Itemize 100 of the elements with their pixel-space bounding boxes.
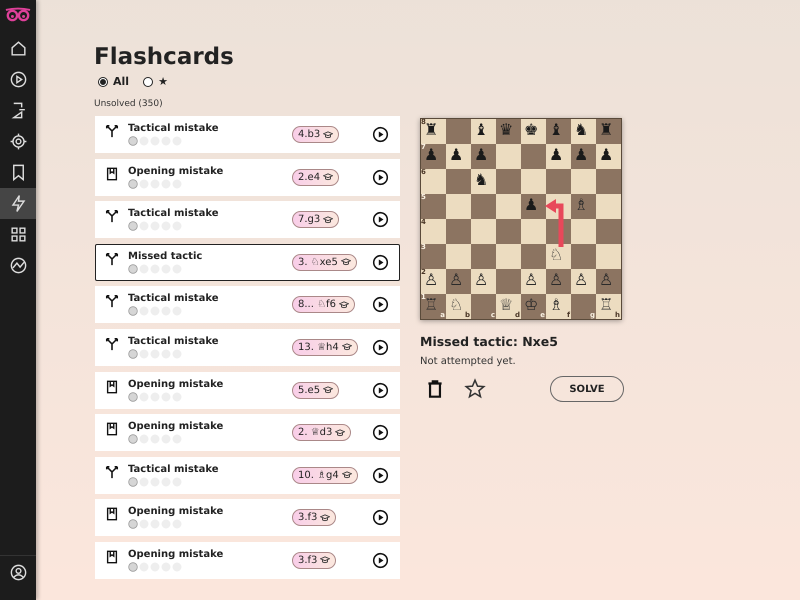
home-icon <box>8 39 28 58</box>
target-icon <box>8 132 28 151</box>
chess-piece[interactable]: ♘ <box>449 297 464 313</box>
play-button[interactable] <box>372 382 389 399</box>
chess-piece[interactable]: ♚ <box>524 122 538 138</box>
flashcard[interactable]: Opening mistake 3.f3 <box>95 499 400 536</box>
card-title: Opening mistake <box>128 421 224 432</box>
graduation-cap-icon <box>340 257 351 268</box>
chess-piece[interactable]: ♟ <box>574 147 588 163</box>
flashcard[interactable]: Tactical mistake 13. ♕h4 <box>95 328 400 366</box>
chess-piece[interactable]: ♝ <box>474 122 488 138</box>
play-button[interactable] <box>372 509 389 526</box>
progress-dots-icon <box>128 348 184 359</box>
graduation-cap-icon <box>323 130 334 140</box>
play-button[interactable] <box>372 168 389 186</box>
play-button[interactable] <box>372 552 389 569</box>
chess-piece[interactable]: ♟ <box>599 147 614 163</box>
bolt-icon <box>8 194 28 213</box>
graduation-cap-icon <box>320 512 330 523</box>
graduation-cap-icon <box>342 342 352 352</box>
chess-piece[interactable]: ♙ <box>524 272 538 288</box>
play-button[interactable] <box>372 338 389 356</box>
move-tag: 2. ♕d3 <box>292 424 352 442</box>
progress-dots-icon <box>128 306 184 316</box>
move-tag: 7.g3 <box>292 211 340 228</box>
solve-button[interactable]: SOLVE <box>550 376 624 402</box>
play-button[interactable] <box>372 254 389 271</box>
chess-piece[interactable]: ♟ <box>549 147 564 163</box>
progress-dots-icon <box>128 476 184 487</box>
flashcard[interactable]: Missed tactic 3. ♘xe5 <box>95 244 400 281</box>
progress-dots-icon <box>128 434 184 444</box>
book-icon <box>105 380 119 394</box>
radio-circle[interactable] <box>98 76 108 86</box>
move-tag: 4.b3 <box>292 126 340 143</box>
card-title: Tactical mistake <box>128 123 220 134</box>
chess-piece[interactable]: ♙ <box>574 272 588 288</box>
play-button[interactable] <box>372 296 389 314</box>
progress-dots-icon <box>128 221 184 232</box>
chess-piece[interactable]: ♜ <box>424 122 438 138</box>
chess-piece[interactable]: ♗ <box>549 297 564 313</box>
card-title: Tactical mistake <box>128 336 220 347</box>
fork-arrow-icon <box>105 294 119 308</box>
radio-label: All <box>113 75 130 88</box>
move-tag: 5.e5 <box>292 382 340 399</box>
radio-circle[interactable] <box>143 76 154 86</box>
puzzle-title: Missed tactic: Nxe5 <box>420 334 559 349</box>
chess-piece[interactable]: ♛ <box>499 122 514 138</box>
flashcard[interactable]: Tactical mistake 8... ♘f6 <box>95 286 400 324</box>
chess-piece[interactable]: ♟ <box>449 147 464 163</box>
play-button[interactable] <box>372 424 389 442</box>
filter-radio[interactable]: All <box>98 75 130 88</box>
move-tag: 10. ♗g4 <box>292 466 358 484</box>
chess-piece[interactable]: ♖ <box>599 297 614 313</box>
chess-piece[interactable]: ♟ <box>474 147 488 163</box>
status-text: Not attempted yet. <box>420 356 517 367</box>
chess-piece[interactable]: ♘ <box>549 247 564 263</box>
progress-dots-icon <box>128 562 184 572</box>
play-button[interactable] <box>372 126 389 143</box>
section-label: Unsolved (350) <box>94 99 164 109</box>
chess-piece[interactable]: ♜ <box>599 122 614 138</box>
flashcard[interactable]: Tactical mistake 7.g3 <box>95 201 400 238</box>
play-button[interactable] <box>372 466 389 484</box>
card-title: Opening mistake <box>128 378 224 390</box>
chess-piece[interactable]: ♝ <box>549 122 564 138</box>
grid-icon <box>8 225 28 244</box>
fork-arrow-icon <box>105 336 119 351</box>
graduation-cap-icon <box>320 555 330 566</box>
card-title: Missed tactic <box>128 250 204 262</box>
favorite-button[interactable] <box>464 378 486 400</box>
move-tag: 13. ♕h4 <box>292 338 358 356</box>
flashcard[interactable]: Tactical mistake 10. ♗g4 <box>95 456 400 494</box>
radio-label: ★ <box>158 75 168 88</box>
graduation-cap-icon <box>335 428 346 438</box>
fork-arrow-icon <box>105 252 119 266</box>
flashcard[interactable]: Tactical mistake 4.b3 <box>95 116 400 153</box>
chess-piece[interactable]: ♞ <box>474 172 488 188</box>
play-button[interactable] <box>372 211 389 228</box>
fork-arrow-icon <box>105 124 119 138</box>
flashcard[interactable]: Opening mistake 2.e4 <box>95 158 400 196</box>
chess-piece[interactable]: ♕ <box>499 297 514 313</box>
move-tag: 3. ♘xe5 <box>292 254 357 271</box>
flashcard[interactable]: Opening mistake 3.f3 <box>95 542 400 579</box>
graduation-cap-icon <box>323 214 334 225</box>
graduation-cap-icon <box>323 172 334 182</box>
filter-radio[interactable]: ★ <box>143 75 168 88</box>
chess-piece[interactable]: ♙ <box>424 272 438 288</box>
progress-dots-icon <box>128 264 184 274</box>
progress-dots-icon <box>128 136 184 146</box>
flashcard[interactable]: Opening mistake 5.e5 <box>95 372 400 409</box>
page-title: Flashcards <box>94 44 235 70</box>
nav-item[interactable] <box>0 188 36 219</box>
fork-arrow-icon <box>105 464 119 479</box>
flashcard[interactable]: Opening mistake 2. ♕d3 <box>95 414 400 452</box>
chess-piece[interactable]: ♞ <box>574 122 588 138</box>
play-icon <box>8 70 28 89</box>
chess-piece[interactable]: ♙ <box>474 272 488 288</box>
chess-piece[interactable]: ♟ <box>524 197 538 213</box>
graduation-cap-icon <box>323 385 334 396</box>
chess-piece[interactable]: ♟ <box>424 147 438 163</box>
chart-icon <box>8 256 28 275</box>
